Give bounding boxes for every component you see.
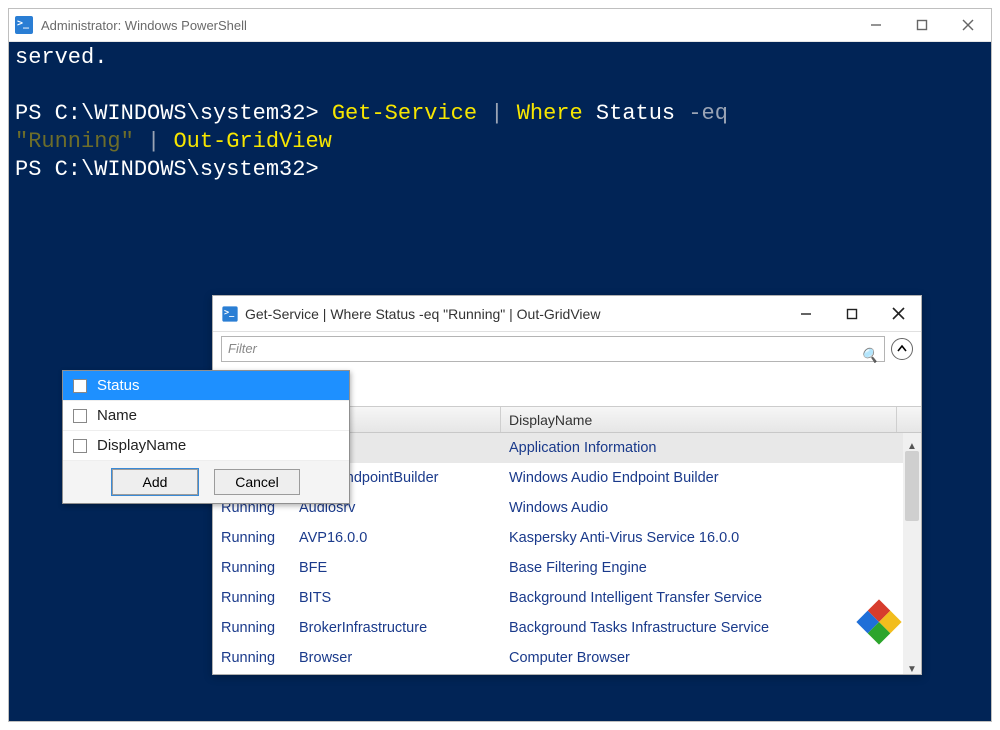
criteria-popup: Status Name DisplayName Add Cancel	[62, 370, 350, 504]
console-text: served.	[15, 45, 107, 70]
filter-placeholder: Filter	[228, 335, 257, 363]
cell-display: Kaspersky Anti-Virus Service 16.0.0	[501, 523, 921, 553]
criteria-add-button[interactable]: Add	[112, 469, 198, 495]
cell-display: Base Filtering Engine	[501, 553, 921, 583]
powershell-icon	[15, 16, 33, 34]
window-buttons	[853, 9, 991, 42]
grid-scrollbar[interactable]: ▲ ▼	[903, 433, 921, 674]
filter-input[interactable]: Filter 🔍	[221, 336, 885, 362]
cell-status: Running	[213, 553, 291, 583]
cell-name: BITS	[291, 583, 501, 613]
table-row[interactable]: RunningAVP16.0.0Kaspersky Anti-Virus Ser…	[213, 523, 921, 553]
criteria-cancel-button[interactable]: Cancel	[214, 469, 300, 495]
console-cmd: Where	[517, 101, 583, 126]
powershell-window: Administrator: Windows PowerShell served…	[8, 8, 992, 722]
console-arg: Status	[596, 101, 675, 126]
col-header-display[interactable]: DisplayName	[501, 407, 897, 432]
ogv-filter-row: Filter 🔍	[213, 332, 921, 366]
checkbox[interactable]	[73, 409, 87, 423]
maximize-button[interactable]	[899, 9, 945, 42]
cell-display: Windows Audio Endpoint Builder	[501, 463, 921, 493]
console-pipe: |	[490, 101, 503, 126]
criteria-option-label: Status	[97, 377, 140, 394]
cell-display: Computer Browser	[501, 643, 921, 673]
criteria-option[interactable]: Status	[63, 371, 349, 401]
checkbox[interactable]	[73, 439, 87, 453]
table-row[interactable]: RunningBrokerInfrastructureBackground Ta…	[213, 613, 921, 643]
cell-status: Running	[213, 643, 291, 673]
table-row[interactable]: RunningBFEBase Filtering Engine	[213, 553, 921, 583]
cell-status: Running	[213, 523, 291, 553]
checkbox[interactable]	[73, 379, 87, 393]
close-button[interactable]	[875, 296, 921, 332]
cell-name: BFE	[291, 553, 501, 583]
cell-status: Running	[213, 583, 291, 613]
cell-display: Background Intelligent Transfer Service	[501, 583, 921, 613]
ogv-titlebar[interactable]: Get-Service | Where Status -eq "Running"…	[213, 296, 921, 332]
close-button[interactable]	[945, 9, 991, 42]
console-prompt: PS C:\WINDOWS\system32>	[15, 157, 319, 182]
console-prompt: PS C:\WINDOWS\system32>	[15, 101, 319, 126]
minimize-button[interactable]	[783, 296, 829, 332]
console-cmd: Out-GridView	[173, 129, 331, 154]
console-pipe: |	[147, 129, 160, 154]
cell-name: BrokerInfrastructure	[291, 613, 501, 643]
cell-display: Application Information	[501, 433, 921, 463]
scroll-thumb[interactable]	[905, 451, 919, 521]
criteria-option-label: DisplayName	[97, 437, 186, 454]
criteria-option[interactable]: DisplayName	[63, 431, 349, 461]
search-icon: 🔍	[861, 341, 878, 369]
cell-status: Running	[213, 613, 291, 643]
criteria-option-label: Name	[97, 407, 137, 424]
cell-display: Windows Audio	[501, 493, 921, 523]
console-string: "Running"	[15, 129, 134, 154]
powershell-titlebar[interactable]: Administrator: Windows PowerShell	[9, 9, 991, 42]
criteria-popup-buttons: Add Cancel	[63, 461, 349, 503]
scroll-up-button[interactable]: ▲	[903, 433, 921, 451]
maximize-button[interactable]	[829, 296, 875, 332]
scroll-down-button[interactable]: ▼	[903, 656, 921, 674]
table-row[interactable]: RunningBrowserComputer Browser	[213, 643, 921, 673]
cell-display: Background Tasks Infrastructure Service	[501, 613, 921, 643]
powershell-icon	[222, 306, 237, 321]
console-op: -eq	[688, 101, 728, 126]
powershell-title: Administrator: Windows PowerShell	[41, 18, 247, 33]
minimize-button[interactable]	[853, 9, 899, 42]
ogv-title: Get-Service | Where Status -eq "Running"…	[245, 300, 600, 328]
cell-name: Browser	[291, 643, 501, 673]
criteria-option[interactable]: Name	[63, 401, 349, 431]
console-cmd: Get-Service	[332, 101, 477, 126]
collapse-toggle[interactable]	[891, 338, 913, 360]
cell-name: AVP16.0.0	[291, 523, 501, 553]
table-row[interactable]: RunningBITSBackground Intelligent Transf…	[213, 583, 921, 613]
ogv-window-buttons	[783, 296, 921, 332]
